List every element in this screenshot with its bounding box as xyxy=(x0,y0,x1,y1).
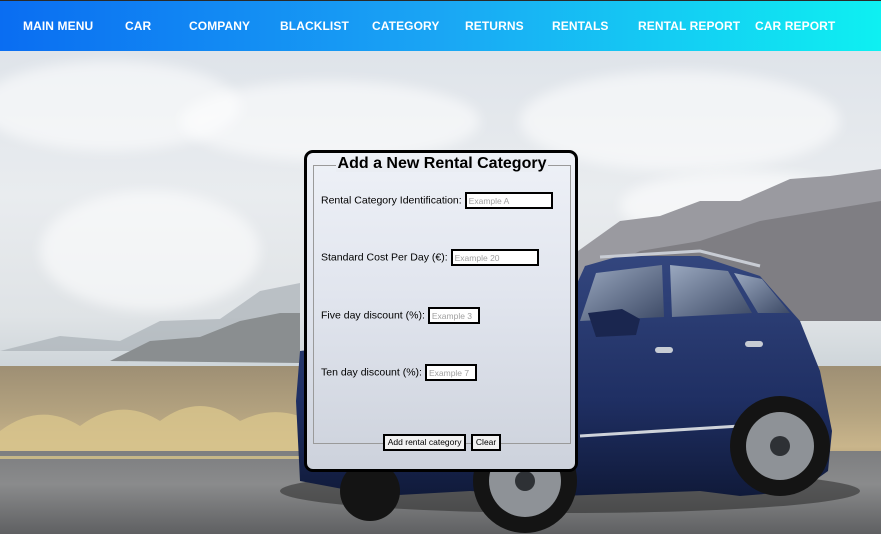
nav-main-menu[interactable]: MAIN MENU xyxy=(23,1,93,52)
field-row-category-id: Rental Category Identification: xyxy=(321,192,553,209)
nav-rentals[interactable]: RENTALS xyxy=(552,1,608,52)
nav-car-report[interactable]: CAR REPORT xyxy=(755,1,835,52)
form-legend: Add a New Rental Category xyxy=(314,155,570,173)
top-navbar: MAIN MENU CAR COMPANY BLACKLIST CATEGORY… xyxy=(0,0,881,51)
category-id-input[interactable] xyxy=(464,192,553,209)
category-id-label: Rental Category Identification: xyxy=(321,194,462,207)
ten-day-discount-label: Ten day discount (%): xyxy=(321,366,422,379)
form-buttons: Add rental category Clear xyxy=(314,434,570,452)
add-rental-category-button[interactable]: Add rental category xyxy=(382,434,467,452)
nav-car[interactable]: CAR xyxy=(125,1,151,52)
five-day-discount-label: Five day discount (%): xyxy=(321,309,425,322)
form-title: Add a New Rental Category xyxy=(335,155,549,172)
clear-button[interactable]: Clear xyxy=(470,434,502,452)
field-row-cost-per-day: Standard Cost Per Day (€): xyxy=(321,249,539,266)
cost-per-day-label: Standard Cost Per Day (€): xyxy=(321,251,448,264)
ten-day-discount-input[interactable] xyxy=(424,364,477,381)
nav-blacklist[interactable]: BLACKLIST xyxy=(280,1,349,52)
five-day-discount-input[interactable] xyxy=(427,307,480,324)
nav-returns[interactable]: RETURNS xyxy=(465,1,524,52)
nav-category[interactable]: CATEGORY xyxy=(372,1,439,52)
add-rental-category-panel: Add a New Rental Category Rental Categor… xyxy=(304,150,578,472)
nav-company[interactable]: COMPANY xyxy=(189,1,250,52)
field-row-five-day-discount: Five day discount (%): xyxy=(321,307,480,324)
field-row-ten-day-discount: Ten day discount (%): xyxy=(321,364,477,381)
cost-per-day-input[interactable] xyxy=(450,249,539,266)
form-fieldset: Add a New Rental Category Rental Categor… xyxy=(313,155,571,452)
nav-rental-report[interactable]: RENTAL REPORT xyxy=(638,1,740,52)
